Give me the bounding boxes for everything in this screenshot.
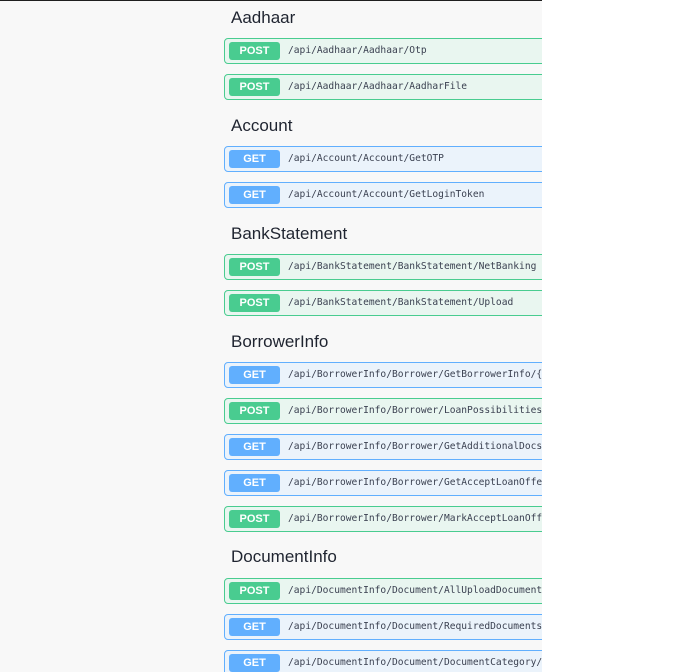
method-badge: POST — [229, 42, 280, 60]
method-badge: GET — [229, 186, 280, 204]
method-badge: POST — [229, 510, 280, 528]
group-title-account[interactable]: Account — [231, 115, 292, 137]
method-badge: POST — [229, 582, 280, 600]
operation-row[interactable]: POST /api/DocumentInfo/Document/AllUploa… — [224, 578, 542, 604]
endpoint-path: /api/BorrowerInfo/Borrower/MarkAcceptLoa… — [288, 513, 542, 524]
endpoint-path: /api/BankStatement/BankStatement/Upload — [288, 297, 514, 308]
method-badge: POST — [229, 78, 280, 96]
method-badge: POST — [229, 258, 280, 276]
method-badge: GET — [229, 618, 280, 636]
endpoint-path: /api/Account/Account/GetLoginToken — [288, 189, 485, 200]
operation-row[interactable]: POST /api/BorrowerInfo/Borrower/LoanPoss… — [224, 398, 542, 424]
method-badge: GET — [229, 474, 280, 492]
method-badge: GET — [229, 366, 280, 384]
operation-row[interactable]: GET /api/Account/Account/GetOTP — [224, 146, 542, 172]
endpoint-path: /api/BorrowerInfo/Borrower/GetAdditional… — [288, 441, 542, 452]
endpoint-path: /api/Aadhaar/Aadhaar/Otp — [288, 45, 427, 56]
operation-row[interactable]: POST /api/BankStatement/BankStatement/Up… — [224, 290, 542, 316]
group-title-bankstatement[interactable]: BankStatement — [231, 223, 347, 245]
endpoint-path: /api/BankStatement/BankStatement/NetBank… — [288, 261, 537, 272]
operation-row[interactable]: POST /api/Aadhaar/Aadhaar/AadharFile — [224, 74, 542, 100]
method-badge: GET — [229, 654, 280, 672]
endpoint-path: /api/Account/Account/GetOTP — [288, 153, 444, 164]
operation-row[interactable]: GET /api/DocumentInfo/Document/RequiredD… — [224, 614, 542, 640]
group-title-borrowerinfo[interactable]: BorrowerInfo — [231, 331, 328, 353]
operation-row[interactable]: GET /api/BorrowerInfo/Borrower/GetAdditi… — [224, 434, 542, 460]
endpoint-path: /api/BorrowerInfo/Borrower/GetAcceptLoan… — [288, 477, 542, 488]
method-badge: GET — [229, 150, 280, 168]
method-badge: POST — [229, 294, 280, 312]
method-badge: GET — [229, 438, 280, 456]
operation-row[interactable]: GET /api/BorrowerInfo/Borrower/GetAccept… — [224, 470, 542, 496]
endpoint-path: /api/BorrowerInfo/Borrower/GetBorrowerIn… — [288, 369, 542, 380]
operation-row[interactable]: GET /api/DocumentInfo/Document/DocumentC… — [224, 650, 542, 672]
group-title-aadhaar[interactable]: Aadhaar — [231, 7, 295, 29]
endpoint-path: /api/DocumentInfo/Document/DocumentCateg… — [288, 657, 542, 668]
group-title-documentinfo[interactable]: DocumentInfo — [231, 546, 337, 568]
operation-row[interactable]: GET /api/Account/Account/GetLoginToken — [224, 182, 542, 208]
api-operations-list: Aadhaar POST /api/Aadhaar/Aadhaar/Otp PO… — [224, 0, 542, 672]
operation-row[interactable]: POST /api/BorrowerInfo/Borrower/MarkAcce… — [224, 506, 542, 532]
endpoint-path: /api/DocumentInfo/Document/AllUploadDocu… — [288, 585, 542, 596]
operation-row[interactable]: POST /api/BankStatement/BankStatement/Ne… — [224, 254, 542, 280]
operation-row[interactable]: POST /api/Aadhaar/Aadhaar/Otp — [224, 38, 542, 64]
endpoint-path: /api/BorrowerInfo/Borrower/LoanPossibili… — [288, 405, 542, 416]
method-badge: POST — [229, 402, 280, 420]
endpoint-path: /api/DocumentInfo/Document/RequiredDocum… — [288, 621, 542, 632]
endpoint-path: /api/Aadhaar/Aadhaar/AadharFile — [288, 81, 468, 92]
operation-row[interactable]: GET /api/BorrowerInfo/Borrower/GetBorrow… — [224, 362, 542, 388]
